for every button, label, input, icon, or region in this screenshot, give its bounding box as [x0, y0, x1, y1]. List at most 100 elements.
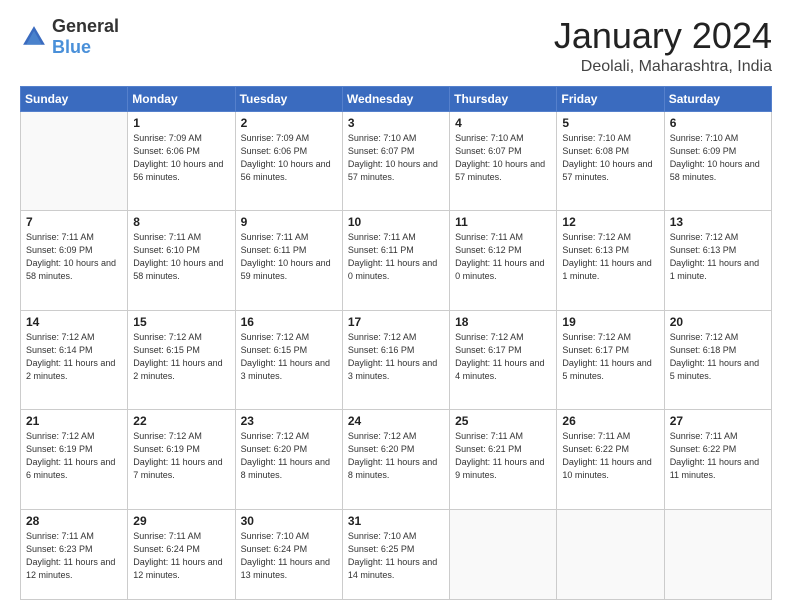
calendar-day-cell: 26 Sunrise: 7:11 AMSunset: 6:22 PMDaylig…	[557, 410, 664, 509]
calendar-day-cell: 11 Sunrise: 7:11 AMSunset: 6:12 PMDaylig…	[450, 211, 557, 310]
day-info: Sunrise: 7:11 AMSunset: 6:12 PMDaylight:…	[455, 232, 544, 281]
day-number: 28	[26, 514, 122, 528]
calendar-day-cell: 12 Sunrise: 7:12 AMSunset: 6:13 PMDaylig…	[557, 211, 664, 310]
calendar-day-cell: 16 Sunrise: 7:12 AMSunset: 6:15 PMDaylig…	[235, 310, 342, 409]
title-block: January 2024 Deolali, Maharashtra, India	[554, 16, 772, 76]
calendar-week-row: 28 Sunrise: 7:11 AMSunset: 6:23 PMDaylig…	[21, 509, 772, 599]
day-number: 14	[26, 315, 122, 329]
calendar-day-cell: 23 Sunrise: 7:12 AMSunset: 6:20 PMDaylig…	[235, 410, 342, 509]
day-info: Sunrise: 7:11 AMSunset: 6:11 PMDaylight:…	[241, 232, 331, 281]
calendar-day-cell: 13 Sunrise: 7:12 AMSunset: 6:13 PMDaylig…	[664, 211, 771, 310]
day-number: 9	[241, 215, 337, 229]
day-number: 10	[348, 215, 444, 229]
day-info: Sunrise: 7:12 AMSunset: 6:18 PMDaylight:…	[670, 332, 759, 381]
weekday-header: Sunday	[21, 86, 128, 111]
calendar-day-cell: 14 Sunrise: 7:12 AMSunset: 6:14 PMDaylig…	[21, 310, 128, 409]
day-info: Sunrise: 7:10 AMSunset: 6:08 PMDaylight:…	[562, 133, 652, 182]
day-info: Sunrise: 7:12 AMSunset: 6:14 PMDaylight:…	[26, 332, 115, 381]
day-info: Sunrise: 7:12 AMSunset: 6:15 PMDaylight:…	[133, 332, 222, 381]
page: General Blue January 2024 Deolali, Mahar…	[0, 0, 792, 612]
logo-blue: Blue	[52, 37, 91, 57]
calendar-day-cell: 9 Sunrise: 7:11 AMSunset: 6:11 PMDayligh…	[235, 211, 342, 310]
day-number: 16	[241, 315, 337, 329]
day-info: Sunrise: 7:11 AMSunset: 6:23 PMDaylight:…	[26, 531, 115, 580]
logo: General Blue	[20, 16, 119, 58]
location: Deolali, Maharashtra, India	[554, 58, 772, 76]
day-number: 24	[348, 414, 444, 428]
day-info: Sunrise: 7:11 AMSunset: 6:22 PMDaylight:…	[670, 431, 759, 480]
calendar-day-cell: 10 Sunrise: 7:11 AMSunset: 6:11 PMDaylig…	[342, 211, 449, 310]
weekday-header: Monday	[128, 86, 235, 111]
day-info: Sunrise: 7:12 AMSunset: 6:16 PMDaylight:…	[348, 332, 437, 381]
day-number: 27	[670, 414, 766, 428]
day-number: 20	[670, 315, 766, 329]
header: General Blue January 2024 Deolali, Mahar…	[20, 16, 772, 76]
day-number: 26	[562, 414, 658, 428]
day-info: Sunrise: 7:11 AMSunset: 6:10 PMDaylight:…	[133, 232, 223, 281]
day-info: Sunrise: 7:10 AMSunset: 6:07 PMDaylight:…	[455, 133, 545, 182]
month-year: January 2024	[554, 16, 772, 56]
weekday-header: Thursday	[450, 86, 557, 111]
day-info: Sunrise: 7:09 AMSunset: 6:06 PMDaylight:…	[133, 133, 223, 182]
day-info: Sunrise: 7:12 AMSunset: 6:19 PMDaylight:…	[133, 431, 222, 480]
day-info: Sunrise: 7:12 AMSunset: 6:17 PMDaylight:…	[562, 332, 651, 381]
logo-general: General	[52, 16, 119, 36]
day-number: 22	[133, 414, 229, 428]
calendar-day-cell: 4 Sunrise: 7:10 AMSunset: 6:07 PMDayligh…	[450, 111, 557, 210]
day-info: Sunrise: 7:12 AMSunset: 6:19 PMDaylight:…	[26, 431, 115, 480]
day-number: 23	[241, 414, 337, 428]
day-number: 29	[133, 514, 229, 528]
calendar-day-cell: 2 Sunrise: 7:09 AMSunset: 6:06 PMDayligh…	[235, 111, 342, 210]
calendar-day-cell: 21 Sunrise: 7:12 AMSunset: 6:19 PMDaylig…	[21, 410, 128, 509]
calendar-day-cell: 30 Sunrise: 7:10 AMSunset: 6:24 PMDaylig…	[235, 509, 342, 599]
day-number: 15	[133, 315, 229, 329]
calendar-week-row: 1 Sunrise: 7:09 AMSunset: 6:06 PMDayligh…	[21, 111, 772, 210]
calendar-day-cell: 25 Sunrise: 7:11 AMSunset: 6:21 PMDaylig…	[450, 410, 557, 509]
calendar-header-row: SundayMondayTuesdayWednesdayThursdayFrid…	[21, 86, 772, 111]
calendar-day-cell: 5 Sunrise: 7:10 AMSunset: 6:08 PMDayligh…	[557, 111, 664, 210]
day-info: Sunrise: 7:09 AMSunset: 6:06 PMDaylight:…	[241, 133, 331, 182]
day-number: 21	[26, 414, 122, 428]
day-info: Sunrise: 7:12 AMSunset: 6:13 PMDaylight:…	[562, 232, 651, 281]
weekday-header: Friday	[557, 86, 664, 111]
calendar-day-cell: 17 Sunrise: 7:12 AMSunset: 6:16 PMDaylig…	[342, 310, 449, 409]
day-info: Sunrise: 7:12 AMSunset: 6:20 PMDaylight:…	[241, 431, 330, 480]
day-number: 6	[670, 116, 766, 130]
calendar-day-cell: 22 Sunrise: 7:12 AMSunset: 6:19 PMDaylig…	[128, 410, 235, 509]
day-info: Sunrise: 7:11 AMSunset: 6:22 PMDaylight:…	[562, 431, 651, 480]
day-info: Sunrise: 7:11 AMSunset: 6:09 PMDaylight:…	[26, 232, 116, 281]
logo-text: General Blue	[52, 16, 119, 58]
day-info: Sunrise: 7:12 AMSunset: 6:15 PMDaylight:…	[241, 332, 330, 381]
weekday-header: Tuesday	[235, 86, 342, 111]
calendar-day-cell: 20 Sunrise: 7:12 AMSunset: 6:18 PMDaylig…	[664, 310, 771, 409]
calendar-day-cell: 27 Sunrise: 7:11 AMSunset: 6:22 PMDaylig…	[664, 410, 771, 509]
day-number: 1	[133, 116, 229, 130]
day-number: 5	[562, 116, 658, 130]
logo-icon	[20, 23, 48, 51]
calendar-day-cell: 31 Sunrise: 7:10 AMSunset: 6:25 PMDaylig…	[342, 509, 449, 599]
calendar-day-cell	[21, 111, 128, 210]
day-number: 13	[670, 215, 766, 229]
day-number: 4	[455, 116, 551, 130]
calendar-day-cell	[557, 509, 664, 599]
calendar-day-cell	[664, 509, 771, 599]
day-number: 31	[348, 514, 444, 528]
day-info: Sunrise: 7:10 AMSunset: 6:09 PMDaylight:…	[670, 133, 760, 182]
calendar-day-cell: 29 Sunrise: 7:11 AMSunset: 6:24 PMDaylig…	[128, 509, 235, 599]
calendar-day-cell: 24 Sunrise: 7:12 AMSunset: 6:20 PMDaylig…	[342, 410, 449, 509]
calendar-day-cell: 7 Sunrise: 7:11 AMSunset: 6:09 PMDayligh…	[21, 211, 128, 310]
calendar-week-row: 14 Sunrise: 7:12 AMSunset: 6:14 PMDaylig…	[21, 310, 772, 409]
calendar: SundayMondayTuesdayWednesdayThursdayFrid…	[20, 86, 772, 600]
calendar-day-cell	[450, 509, 557, 599]
calendar-day-cell: 3 Sunrise: 7:10 AMSunset: 6:07 PMDayligh…	[342, 111, 449, 210]
day-number: 8	[133, 215, 229, 229]
weekday-header: Saturday	[664, 86, 771, 111]
day-info: Sunrise: 7:10 AMSunset: 6:25 PMDaylight:…	[348, 531, 437, 580]
weekday-header: Wednesday	[342, 86, 449, 111]
day-info: Sunrise: 7:12 AMSunset: 6:17 PMDaylight:…	[455, 332, 544, 381]
day-info: Sunrise: 7:12 AMSunset: 6:20 PMDaylight:…	[348, 431, 437, 480]
day-number: 30	[241, 514, 337, 528]
day-info: Sunrise: 7:11 AMSunset: 6:11 PMDaylight:…	[348, 232, 437, 281]
day-number: 2	[241, 116, 337, 130]
day-number: 3	[348, 116, 444, 130]
